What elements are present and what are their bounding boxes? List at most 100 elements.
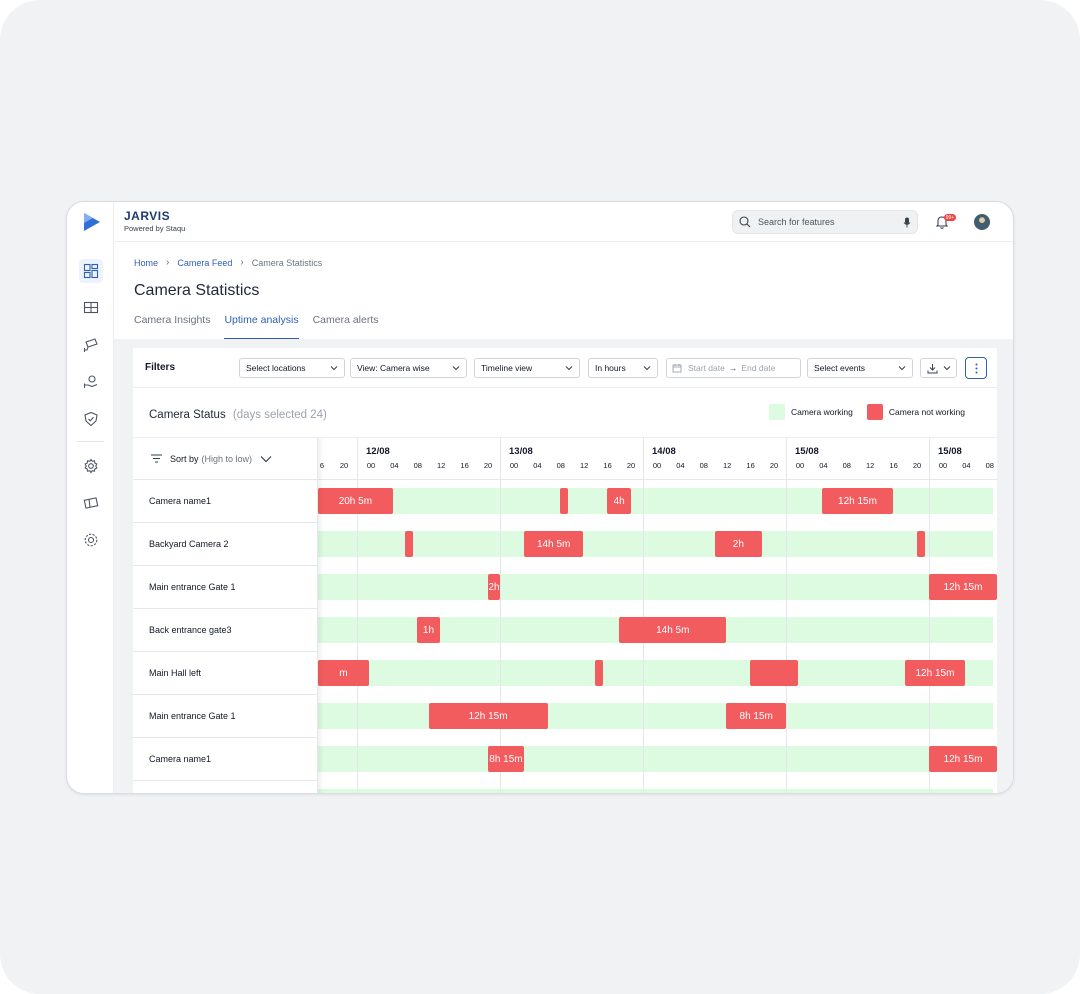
sidebar — [67, 202, 114, 793]
outage-bar[interactable]: 12h 15m — [821, 488, 894, 514]
camera-row[interactable]: Main entrance Gate 1 — [133, 566, 318, 609]
camera-row[interactable] — [133, 781, 318, 793]
camera-status-label: Camera Status — [149, 409, 226, 421]
search-bar[interactable]: Search for features — [732, 210, 918, 234]
hour-tick-label: 20 — [483, 461, 493, 470]
legend-working: Camera working — [769, 404, 853, 420]
hour-tick-label: 20 — [912, 461, 922, 470]
hour-tick-label: 08 — [985, 461, 994, 470]
hour-tick-label: 08 — [556, 461, 565, 470]
camera-row[interactable]: Back entrance gate3 — [133, 609, 318, 652]
view-select[interactable]: View: Camera wise — [350, 358, 467, 378]
camera-row[interactable]: Camera name1 — [133, 738, 318, 781]
date-range-picker[interactable]: Start date → End date — [666, 358, 801, 378]
arrow-right-icon: → — [728, 363, 738, 373]
tab-camera-alerts[interactable]: Camera alerts — [313, 314, 379, 340]
settings-icon[interactable] — [79, 528, 103, 552]
outage-bar[interactable] — [917, 531, 926, 557]
outage-bar[interactable]: 8h 15m — [726, 703, 786, 729]
dashboard-icon[interactable] — [79, 259, 103, 283]
search-input[interactable]: Search for features — [758, 217, 903, 227]
day-divider — [786, 438, 787, 793]
chevron-down-icon — [943, 366, 950, 371]
hour-tick-label: 00 — [509, 461, 519, 470]
end-date-input[interactable]: End date — [741, 363, 775, 373]
tab-camera-insights[interactable]: Camera Insights — [134, 314, 210, 340]
camera-row[interactable]: Main Hall left — [133, 652, 318, 695]
outage-bar[interactable]: 14h 5m — [523, 531, 584, 557]
sidebar-divider — [77, 441, 104, 442]
outage-bar[interactable]: m — [318, 660, 369, 686]
outage-bar[interactable] — [750, 660, 798, 686]
camera-row[interactable]: Main entrance Gate 1 — [133, 695, 318, 738]
mode-select-value: Timeline view — [481, 363, 533, 373]
legend-not-working-label: Camera not working — [888, 407, 965, 417]
chevron-right-icon: › — [166, 257, 170, 268]
camera-row[interactable]: Camera name1 — [133, 480, 318, 523]
outage-bar[interactable]: 2h — [488, 574, 500, 600]
notification-badge: 99+ — [944, 214, 956, 221]
outage-bar[interactable] — [404, 531, 413, 557]
day-divider — [929, 438, 930, 793]
outage-bar[interactable]: 20h 5m — [318, 488, 393, 514]
mode-select[interactable]: Timeline view — [474, 358, 580, 378]
chevron-down-icon — [643, 366, 651, 371]
legend-not-working: Camera not working — [866, 404, 965, 420]
location-select[interactable]: Select locations — [239, 358, 345, 378]
outage-bar[interactable] — [559, 488, 568, 514]
tab-uptime-analysis[interactable]: Uptime analysis — [224, 314, 299, 340]
events-select[interactable]: Select events — [807, 358, 913, 378]
days-selected-label: (days selected 24) — [232, 409, 327, 421]
more-options-button[interactable] — [965, 357, 987, 379]
timeline-header: 6 20 12/08 00 04 08 12 16 20 13/08 00 04 08 12 16 20 14/… — [318, 438, 997, 480]
camera-list: Sort by (High to low) Camera name1 Backya… — [133, 438, 318, 793]
hour-tick-label: 12 — [580, 461, 589, 470]
outage-bar[interactable]: 4h — [607, 488, 632, 514]
app-subtitle: Powered by Staqu — [124, 224, 186, 233]
outage-bar[interactable] — [595, 660, 604, 686]
hour-tick-label: 16 — [603, 461, 612, 470]
outage-bar[interactable]: 12h 15m — [905, 660, 965, 686]
outage-bar[interactable]: 8h 15m — [488, 746, 524, 772]
user-avatar[interactable] — [974, 214, 990, 230]
hour-tick-label: 00 — [795, 461, 805, 470]
uptime-track — [318, 789, 993, 793]
hour-tick-label: 20 — [769, 461, 779, 470]
breadcrumb-current: Camera Statistics — [251, 257, 323, 268]
outage-bar[interactable]: 1h — [416, 617, 441, 643]
breadcrumb-camera-feed[interactable]: Camera Feed — [177, 258, 232, 268]
hour-tick-label: 00 — [652, 461, 662, 470]
cctv-icon[interactable] — [79, 333, 103, 357]
hour-tick-label: 16 — [889, 461, 898, 470]
search-icon — [739, 216, 751, 228]
hour-tick-label: 04 — [390, 461, 399, 470]
camera-row[interactable]: Backyard Camera 2 — [133, 523, 318, 566]
start-date-input[interactable]: Start date — [688, 363, 725, 373]
money-hand-icon[interactable] — [79, 370, 103, 394]
download-button[interactable] — [920, 358, 957, 378]
sort-control[interactable]: Sort by (High to low) — [133, 438, 318, 480]
tickets-icon[interactable] — [79, 491, 103, 515]
microphone-icon[interactable] — [903, 217, 911, 228]
camera-grid-icon[interactable] — [79, 296, 103, 320]
more-vertical-icon — [975, 363, 977, 373]
breadcrumb-home[interactable]: Home — [134, 258, 158, 268]
hour-tick-label: 00 — [938, 461, 948, 470]
shield-icon[interactable] — [79, 407, 103, 431]
uptime-track — [318, 574, 993, 600]
gear-icon[interactable] — [79, 454, 103, 478]
outage-bar[interactable]: 14h 5m — [619, 617, 727, 643]
hour-tick-label: 12 — [866, 461, 875, 470]
hour-tick-label: 04 — [533, 461, 542, 470]
chevron-down-icon — [330, 366, 338, 371]
outage-bar[interactable]: 2h — [714, 531, 763, 557]
hour-tick-label: 6 — [319, 461, 325, 470]
hour-tick-label: 16 — [746, 461, 755, 470]
unit-select[interactable]: In hours — [588, 358, 658, 378]
jarvis-logo-icon — [84, 213, 100, 231]
outage-bar[interactable]: 12h 15m — [428, 703, 548, 729]
hour-tick-label: 12 — [723, 461, 732, 470]
outage-bar[interactable]: 12h 15m — [929, 574, 997, 600]
outage-bar[interactable]: 12h 15m — [929, 746, 997, 772]
hour-tick-label: 16 — [460, 461, 469, 470]
